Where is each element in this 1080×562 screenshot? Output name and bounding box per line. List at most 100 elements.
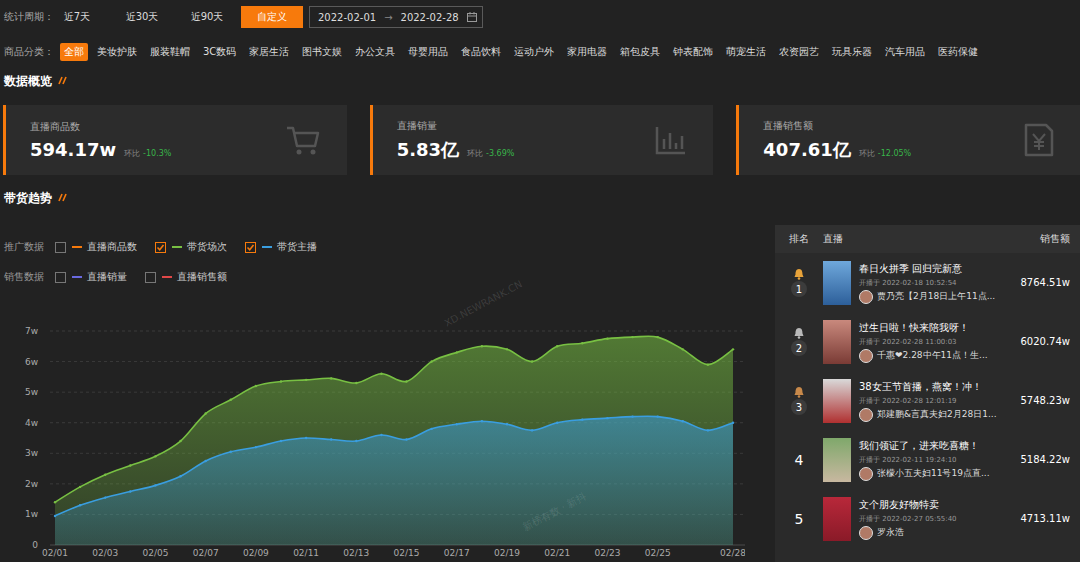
ranking-row[interactable]: 1春日火拼季 回归完新意开播于 2022-02-18 10:52:54贾乃亮【2… (775, 253, 1080, 312)
category-label[interactable]: 办公文具 (355, 46, 395, 57)
ranking-row[interactable]: 5文个朋友好物特卖开播于 2022-02-27 05:55:40罗永浩4713.… (775, 489, 1080, 548)
live-title[interactable]: 春日火拼季 回归完新意 (859, 262, 1014, 276)
data-point[interactable] (707, 363, 709, 365)
data-point[interactable] (204, 412, 206, 414)
category-label[interactable]: 全部 (64, 46, 84, 57)
data-point[interactable] (606, 337, 608, 339)
data-point[interactable] (330, 438, 332, 440)
data-point[interactable] (531, 360, 533, 362)
avatar-icon[interactable] (859, 467, 873, 481)
legend-checkbox[interactable] (55, 272, 66, 283)
legend-checkbox[interactable] (145, 272, 156, 283)
data-point[interactable] (255, 385, 257, 387)
legend-item[interactable]: 带货主播 (245, 240, 317, 254)
data-point[interactable] (230, 399, 232, 401)
data-point[interactable] (405, 438, 407, 440)
category-item[interactable]: 运动户外 (510, 43, 558, 61)
data-point[interactable] (305, 379, 307, 381)
period-tab-label[interactable]: 自定义 (257, 10, 287, 24)
category-label[interactable]: 汽车用品 (885, 46, 925, 57)
data-point[interactable] (179, 475, 181, 477)
data-point[interactable] (531, 429, 533, 431)
category-item[interactable]: 服装鞋帽 (146, 43, 194, 61)
calendar-icon[interactable] (467, 12, 477, 22)
ranking-row[interactable]: 2过生日啦！快来陪我呀！开播于 2022-02-28 11:00:03千惠❤2.… (775, 312, 1080, 371)
data-point[interactable] (204, 460, 206, 462)
data-point[interactable] (79, 504, 81, 506)
category-label[interactable]: 萌宠生活 (726, 46, 766, 57)
data-point[interactable] (104, 473, 106, 475)
data-point[interactable] (732, 422, 734, 424)
category-item[interactable]: 3C数码 (199, 43, 240, 61)
live-cover-image[interactable] (823, 438, 851, 482)
data-point[interactable] (305, 437, 307, 439)
live-title[interactable]: 我们领证了，进来吃喜糖！ (859, 439, 1014, 453)
legend-label[interactable]: 带货场次 (187, 240, 227, 254)
category-label[interactable]: 家居生活 (249, 46, 289, 57)
category-item[interactable]: 玩具乐器 (828, 43, 876, 61)
category-label[interactable]: 医药保健 (938, 46, 978, 57)
legend-checkbox[interactable] (55, 242, 66, 253)
date-end[interactable]: 2022-02-28 (401, 12, 459, 23)
legend-checkbox[interactable] (155, 242, 166, 253)
category-label[interactable]: 运动户外 (514, 46, 554, 57)
category-item[interactable]: 农资园艺 (775, 43, 823, 61)
period-tab-label[interactable]: 近30天 (126, 10, 159, 24)
data-point[interactable] (430, 428, 432, 430)
data-point[interactable] (656, 336, 658, 338)
data-point[interactable] (405, 380, 407, 382)
data-point[interactable] (129, 464, 131, 466)
data-point[interactable] (556, 422, 558, 424)
data-point[interactable] (255, 446, 257, 448)
category-item[interactable]: 食品饮料 (457, 43, 505, 61)
category-label[interactable]: 服装鞋帽 (150, 46, 190, 57)
category-item[interactable]: 钟表配饰 (669, 43, 717, 61)
anchor-name[interactable]: 贾乃亮【2月18日上午11点... (877, 290, 995, 303)
legend-item[interactable]: 带货场次 (155, 240, 227, 254)
anchor-name[interactable]: 罗永浩 (877, 526, 904, 539)
legend-label[interactable]: 带货主播 (277, 240, 317, 254)
live-title[interactable]: 过生日啦！快来陪我呀！ (859, 321, 1014, 335)
avatar-icon[interactable] (859, 349, 873, 363)
data-point[interactable] (54, 501, 56, 503)
data-point[interactable] (280, 380, 282, 382)
category-label[interactable]: 美妆护肤 (97, 46, 137, 57)
category-item[interactable]: 美妆护肤 (93, 43, 141, 61)
anchor[interactable]: 千惠❤2.28中午11点！生... (859, 349, 1014, 363)
legend-label[interactable]: 直播销售额 (177, 270, 227, 284)
data-point[interactable] (179, 440, 181, 442)
anchor[interactable]: 贾乃亮【2月18日上午11点... (859, 290, 1014, 304)
data-point[interactable] (380, 373, 382, 375)
data-point[interactable] (154, 455, 156, 457)
category-item[interactable]: 全部 (60, 43, 88, 61)
ranking-row[interactable]: 4我们领证了，进来吃喜糖！开播于 2022-02-11 19:24:10张檬小五… (775, 430, 1080, 489)
live-cover-image[interactable] (823, 497, 851, 541)
data-point[interactable] (631, 336, 633, 338)
data-point[interactable] (481, 420, 483, 422)
category-item[interactable]: 母婴用品 (404, 43, 452, 61)
legend-label[interactable]: 直播销量 (87, 270, 127, 284)
data-point[interactable] (606, 417, 608, 419)
category-item[interactable]: 箱包皮具 (616, 43, 664, 61)
data-point[interactable] (707, 429, 709, 431)
live-title[interactable]: 文个朋友好物特卖 (859, 498, 1014, 512)
anchor-name[interactable]: 千惠❤2.28中午11点！生... (877, 349, 988, 362)
live-title[interactable]: 38女王节首播，燕窝！冲！ (859, 380, 1014, 394)
data-point[interactable] (230, 451, 232, 453)
data-point[interactable] (280, 440, 282, 442)
data-point[interactable] (656, 415, 658, 417)
date-range-picker[interactable]: 2022-02-01 → 2022-02-28 (309, 6, 483, 28)
data-point[interactable] (682, 348, 684, 350)
data-point[interactable] (631, 415, 633, 417)
date-start[interactable]: 2022-02-01 (318, 12, 376, 23)
live-cover-image[interactable] (823, 261, 851, 305)
data-point[interactable] (456, 351, 458, 353)
avatar-icon[interactable] (859, 408, 873, 422)
period-tab-label[interactable]: 近7天 (64, 10, 90, 24)
category-label[interactable]: 3C数码 (203, 46, 236, 57)
data-point[interactable] (430, 360, 432, 362)
data-point[interactable] (380, 434, 382, 436)
data-point[interactable] (154, 484, 156, 486)
category-item[interactable]: 图书文娱 (298, 43, 346, 61)
anchor-name[interactable]: 郑建鹏&言真夫妇2月28日1... (877, 408, 997, 421)
